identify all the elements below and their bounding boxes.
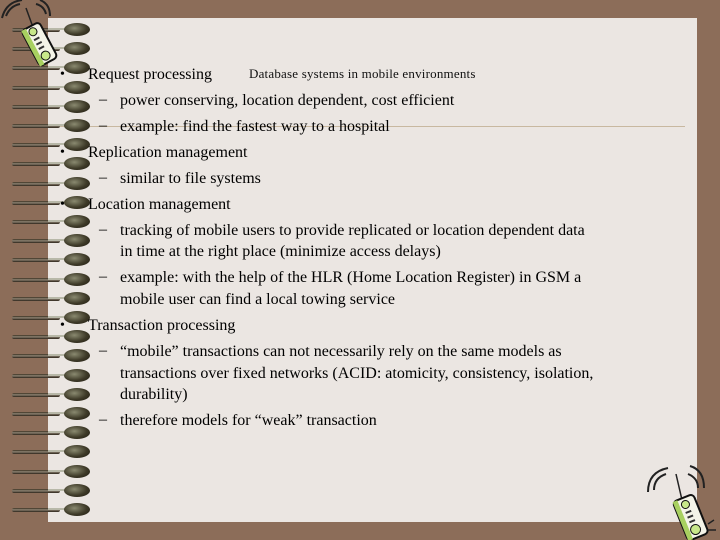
subitem-text: tracking of mobile users to provide repl… xyxy=(120,222,585,239)
dash-icon: – xyxy=(99,342,107,359)
subitem-text: mobile user can find a local towing serv… xyxy=(120,291,396,308)
bullet-text: Transaction processing xyxy=(88,317,236,334)
bullet-icon: • xyxy=(60,318,65,333)
dash-icon: – xyxy=(99,169,107,186)
subitem-text: power conserving, location dependent, co… xyxy=(120,92,455,109)
bullet-text: Location management xyxy=(88,196,231,213)
dash-icon: – xyxy=(99,91,107,108)
bullet-icon: • xyxy=(60,145,65,160)
dash-icon: – xyxy=(99,411,107,428)
subitem-text: “mobile” transactions can not necessaril… xyxy=(120,343,562,360)
bullet-icon: • xyxy=(60,67,65,82)
subitem-text: therefore models for “weak” transaction xyxy=(120,412,377,429)
subitem-text: similar to file systems xyxy=(120,170,261,187)
slide-subtitle: Database systems in mobile environments xyxy=(249,66,476,81)
subitem-text: example: with the help of the HLR (Home … xyxy=(120,269,582,286)
subitem-text: in time at the right place (minimize acc… xyxy=(120,243,441,260)
subitem-text: durability) xyxy=(120,386,188,403)
bullet-text: Request processing xyxy=(88,66,212,83)
bullet-icon: • xyxy=(60,197,65,212)
dash-icon: – xyxy=(99,221,107,238)
dash-icon: – xyxy=(99,268,107,285)
bullet-text: Replication management xyxy=(88,144,248,161)
slide-content: Database systems in mobile environments … xyxy=(0,0,720,540)
dash-icon: – xyxy=(99,117,107,134)
subitem-text: transactions over fixed networks (ACID: … xyxy=(120,365,594,382)
subitem-text: example: find the fastest way to a hospi… xyxy=(120,118,390,135)
